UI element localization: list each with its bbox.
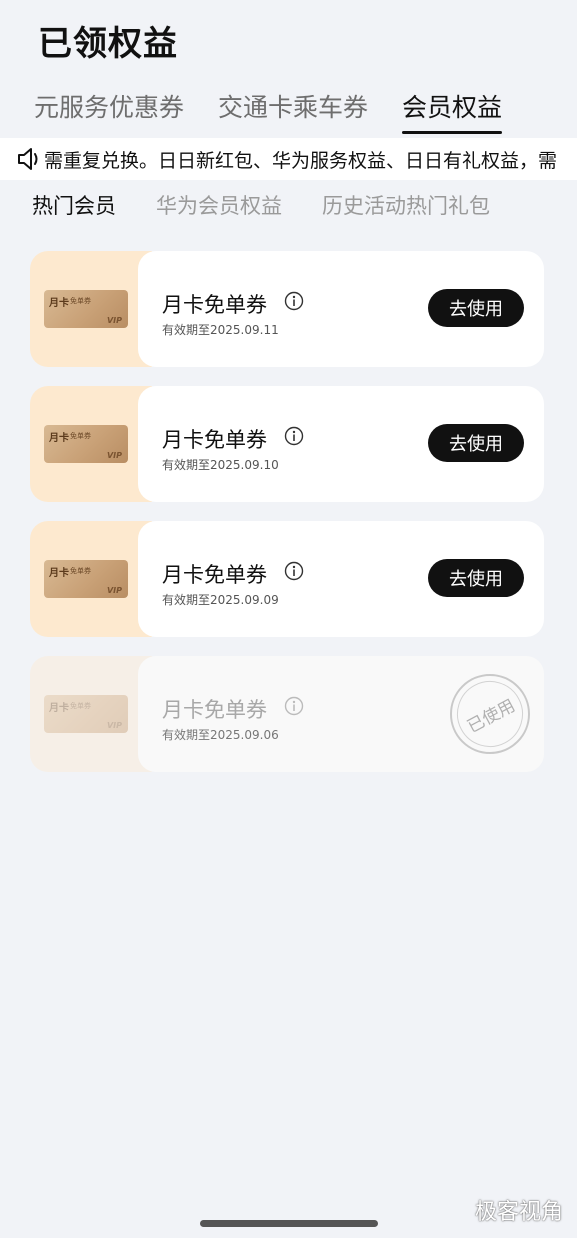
tab-transit-coupons[interactable]: 交通卡乘车券 [218,88,368,134]
coupon-body: 月卡免单券 有效期至2025.09.06 已使用 [138,656,544,772]
home-indicator[interactable] [200,1220,378,1227]
coupon-body: 月卡免单券 有效期至2025.09.10 去使用 [138,386,544,502]
coupon-name: 月卡免单券 [162,698,267,722]
subtab-popular-members[interactable]: 热门会员 [32,190,116,220]
info-icon[interactable] [284,696,304,716]
coupon-expiry: 有效期至2025.09.11 [162,323,279,337]
subtab-huawei-member-benefits[interactable]: 华为会员权益 [156,190,282,220]
info-icon[interactable] [284,291,304,311]
coupon-thumb-panel: 月卡 免单券 VIP [30,521,152,637]
coupon-thumb-panel: 月卡 免单券 VIP [30,386,152,502]
use-button[interactable]: 去使用 [428,424,524,462]
tab-member-benefits[interactable]: 会员权益 [402,88,503,134]
coupon-thumb-panel: 月卡 免单券 VIP [30,656,152,772]
coupon-expiry: 有效期至2025.09.06 [162,728,279,742]
coupon-expiry: 有效期至2025.09.09 [162,593,279,607]
coupon-card: 月卡 免单券 VIP 月卡免单券 有效期至2025.09.10 去使用 [30,386,544,502]
thumb-vip: VIP [106,721,122,730]
used-stamp-ring: 已使用 [445,669,535,759]
used-stamp: 已使用 [445,669,535,759]
coupon-body: 月卡免单券 有效期至2025.09.11 去使用 [138,251,544,367]
page-title: 已领权益 [38,24,178,64]
sub-tab-bar: 热门会员 华为会员权益 历史活动热门礼包 [32,190,490,220]
thumb-label: 月卡 [49,568,69,579]
thumb-sub: 免单券 [70,432,91,440]
thumb-sub: 免单券 [70,297,91,305]
coupon-name: 月卡免单券 [162,428,267,452]
notice-text: 需重复兑换。日日新红包、华为服务权益、日日有礼权益，需 [44,149,558,172]
thumb-vip: VIP [106,316,122,325]
coupon-thumbnail: 月卡 免单券 VIP [44,290,128,328]
top-tab-bar: 元服务优惠券 交通卡乘车券 会员权益 [34,88,503,134]
watermark-text: 极客视角 [474,1200,563,1225]
coupon-thumbnail: 月卡 免单券 VIP [44,425,128,463]
thumb-label: 月卡 [49,433,69,444]
speaker-icon [18,148,38,170]
coupon-expiry: 有效期至2025.09.10 [162,458,279,472]
notice-bar: 需重复兑换。日日新红包、华为服务权益、日日有礼权益，需 [0,138,577,180]
coupon-thumbnail: 月卡 免单券 VIP [44,560,128,598]
info-icon[interactable] [284,426,304,446]
coupon-thumb-panel: 月卡 免单券 VIP [30,251,152,367]
thumb-sub: 免单券 [70,567,91,575]
coupon-name: 月卡免单券 [162,563,267,587]
thumb-label: 月卡 [49,298,69,309]
subtab-history-gift-packs[interactable]: 历史活动热门礼包 [322,190,490,220]
thumb-vip: VIP [106,586,122,595]
use-button[interactable]: 去使用 [428,559,524,597]
info-icon[interactable] [284,561,304,581]
thumb-label: 月卡 [49,703,69,714]
thumb-sub: 免单券 [70,702,91,710]
coupon-body: 月卡免单券 有效期至2025.09.09 去使用 [138,521,544,637]
coupon-card: 月卡 免单券 VIP 月卡免单券 有效期至2025.09.11 去使用 [30,251,544,367]
used-stamp-text: 已使用 [463,695,519,738]
use-button[interactable]: 去使用 [428,289,524,327]
tab-service-coupons[interactable]: 元服务优惠券 [34,88,184,134]
coupon-thumbnail: 月卡 免单券 VIP [44,695,128,733]
coupon-name: 月卡免单券 [162,293,267,317]
coupon-card: 月卡 免单券 VIP 月卡免单券 有效期至2025.09.09 去使用 [30,521,544,637]
thumb-vip: VIP [106,451,122,460]
coupon-card-used: 月卡 免单券 VIP 月卡免单券 有效期至2025.09.06 已使用 [30,656,544,772]
